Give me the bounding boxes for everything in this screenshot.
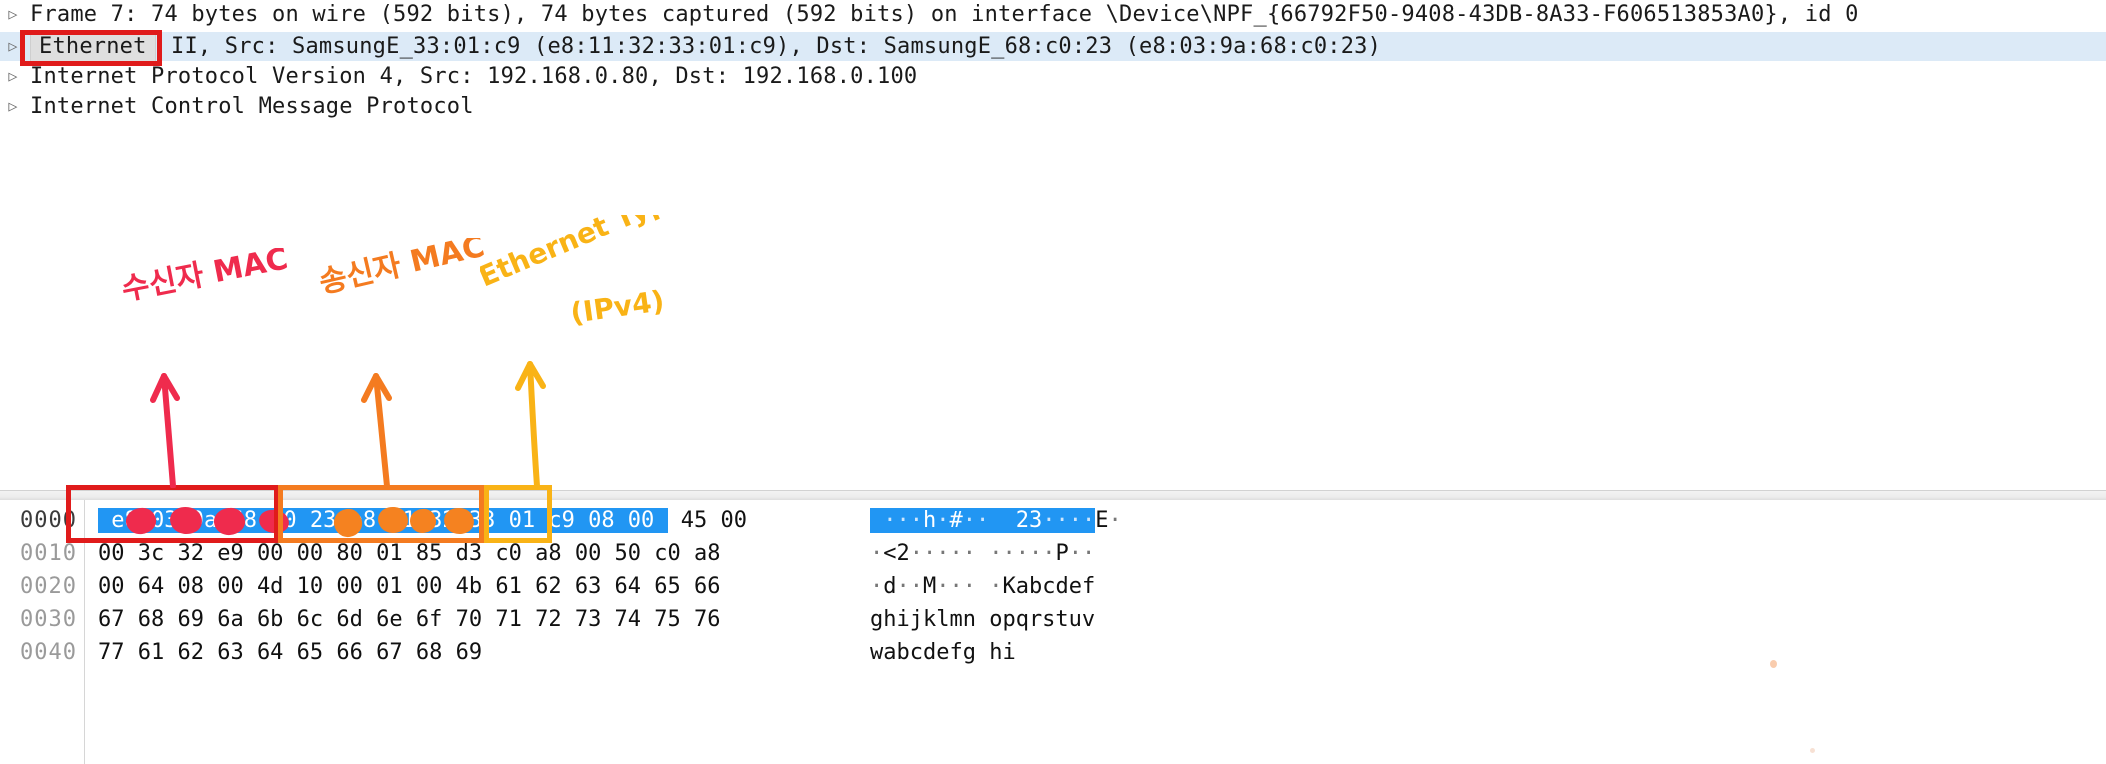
annotation-label-ethernet-type: Ethernet Type (IPv4) — [474, 177, 740, 339]
hex-ascii: wabcdefg hi — [870, 640, 1016, 665]
annotation-arrow-source-mac — [356, 318, 416, 492]
packet-detail-pane: ▷ Frame 7: 74 bytes on wire (592 bits), … — [0, 0, 2106, 148]
annotation-text-destination-mac: 수신자 MAC — [120, 248, 291, 308]
tree-row-ethernet-label: Ethernet II, Src: SamsungE_33:01:c9 (e8:… — [26, 31, 1382, 62]
annotation-arrow-destination-mac — [146, 318, 206, 492]
tree-row-ethernet[interactable]: ▷ Ethernet II, Src: SamsungE_33:01:c9 (e… — [0, 31, 2106, 62]
hex-bytes: 67 68 69 6a 6b 6c 6d 6e 6f 70 71 72 73 7… — [98, 607, 721, 632]
chevron-right-icon[interactable]: ▷ — [0, 7, 26, 22]
hex-bytes: 00 3c 32 e9 00 00 80 01 85 d3 c0 a8 00 5… — [98, 541, 721, 566]
stray-ink-mark — [1770, 660, 1777, 668]
hex-bytes: 00 64 08 00 4d 10 00 01 00 4b 61 62 63 6… — [98, 574, 721, 599]
tree-row-frame[interactable]: ▷ Frame 7: 74 bytes on wire (592 bits), … — [0, 0, 2106, 29]
tree-row-frame-label: Frame 7: 74 bytes on wire (592 bits), 74… — [30, 2, 1859, 27]
annotation-arrow-ethernet-type — [508, 308, 568, 492]
annotation-label-source-mac: 송신자 MAC — [316, 229, 533, 322]
annotation-box-ethernet-type — [484, 485, 552, 543]
hex-offset: 0020 — [20, 574, 77, 599]
annotation-text-ethernet-type: Ethernet Type — [480, 215, 690, 293]
annotation-label-destination-mac: 수신자 MAC — [119, 241, 330, 332]
tree-row-icmp[interactable]: ▷ Internet Control Message Protocol — [0, 92, 2106, 121]
tree-row-ipv4[interactable]: ▷ Internet Protocol Version 4, Src: 192.… — [0, 62, 2106, 91]
annotation-text-source-mac: 송신자 MAC — [318, 238, 488, 301]
annotation-box-destination-mac — [66, 485, 279, 543]
annotation-box-source-mac — [278, 485, 484, 543]
hex-ascii: ·<2····· ·····P·· — [870, 541, 1096, 566]
hex-ascii: ···h·#·· 23····E· — [870, 508, 1122, 533]
annotation-box-ethernet — [20, 30, 162, 66]
hex-offset: 0040 — [20, 640, 77, 665]
chevron-right-icon[interactable]: ▷ — [0, 69, 26, 84]
stray-ink-mark — [1810, 748, 1815, 753]
hex-bytes: 77 61 62 63 64 65 66 67 68 69 — [98, 640, 483, 665]
hex-offset: 0010 — [20, 541, 77, 566]
hex-ascii: ·d··M··· ·Kabcdef — [870, 574, 1096, 599]
tree-row-icmp-label: Internet Control Message Protocol — [30, 94, 474, 119]
ethernet-rest: II, Src: SamsungE_33:01:c9 (e8:11:32:33:… — [157, 33, 1382, 59]
annotation-text-ethernet-type-ipv4: (IPv4) — [568, 284, 666, 330]
chevron-right-icon[interactable]: ▷ — [0, 99, 26, 114]
hex-ascii: ghijklmn opqrstuv — [870, 607, 1096, 632]
tree-row-ipv4-label: Internet Protocol Version 4, Src: 192.16… — [30, 64, 918, 89]
hex-offset: 0030 — [20, 607, 77, 632]
